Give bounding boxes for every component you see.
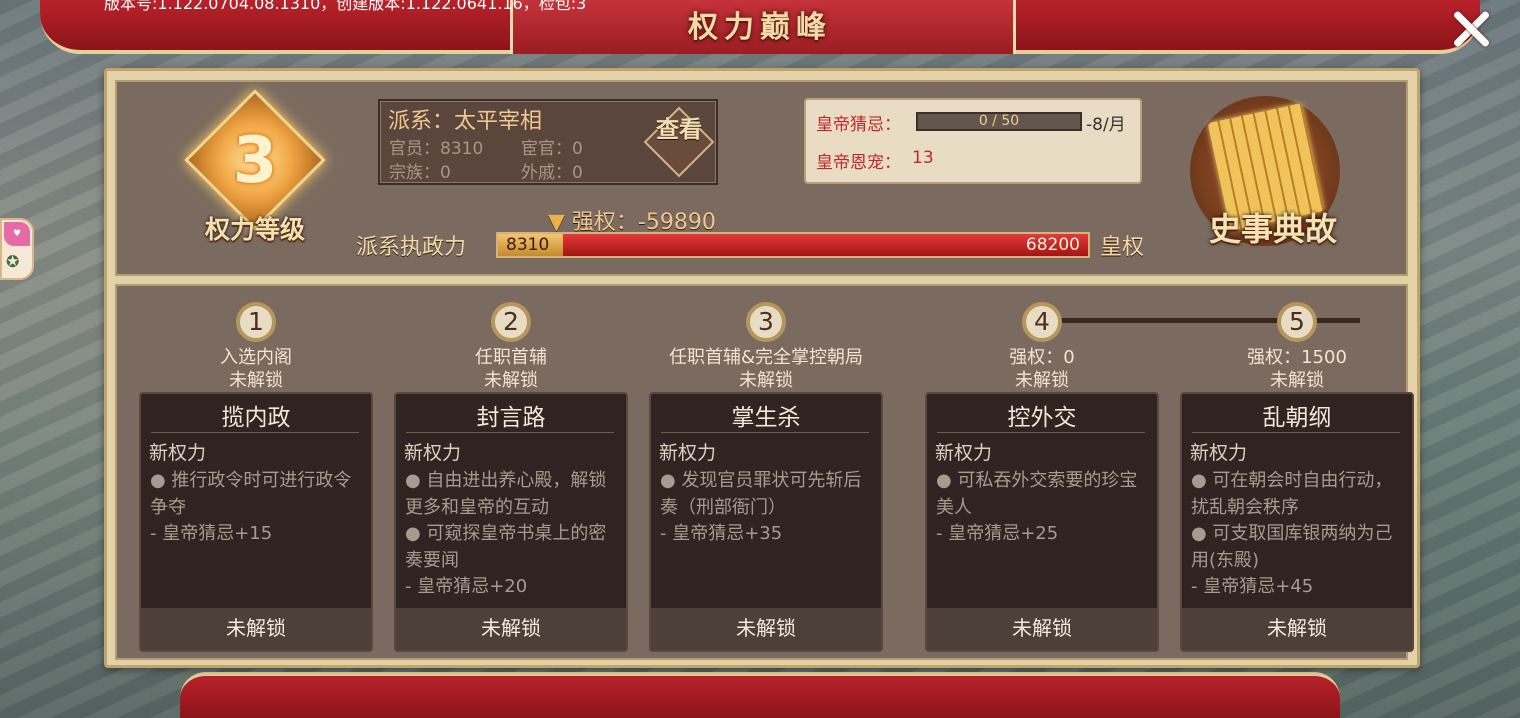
power-desc-line: - 皇帝猜忌+25: [936, 523, 1059, 544]
power-card-title: 乱朝纲: [1262, 405, 1332, 431]
new-power-label: 新权力: [149, 442, 207, 464]
milestone-status: 未解锁: [739, 370, 793, 391]
milestone-status: 未解锁: [229, 370, 283, 391]
view-button-label: 查看: [656, 116, 702, 143]
power-card: 乱朝纲 新权力 ● 可在朝会时自由行动，扰乱朝会秩序 ● 可支取国库银两纳为己用(东殿…: [1180, 392, 1414, 652]
history-label: 史事典故: [1208, 210, 1337, 248]
suspicion-bar: 0 / 50: [916, 112, 1082, 131]
power-description: ● 可在朝会时自由行动，扰乱朝会秩序 ● 可支取国库银两纳为己用(东殿) - 皇帝猜…: [1191, 468, 1407, 601]
power-desc-line: ● 可私吞外交索要的珍宝美人: [936, 470, 1138, 518]
milestone-status: 未解锁: [484, 370, 538, 391]
favor-label: 皇帝恩宠：: [816, 153, 901, 173]
milestone-status: 未解锁: [1015, 370, 1069, 391]
new-power-label: 新权力: [659, 442, 717, 464]
level-number: 3: [232, 124, 278, 198]
unlock-button[interactable]: 未解锁: [1182, 608, 1412, 650]
favor-value: 13: [912, 148, 934, 168]
unlock-button[interactable]: 未解锁: [141, 608, 371, 650]
power-card: 揽内政 新权力 ● 推行政令时可进行政令争夺 - 皇帝猜忌+15 未解锁: [139, 392, 373, 652]
milestone-number-2: 2: [491, 302, 531, 342]
power-card-title: 掌生杀: [731, 405, 801, 431]
power-balance-bar: 8310 68200: [496, 232, 1090, 258]
milestone-number-1: 1: [236, 302, 276, 342]
officials-count: 官员：8310: [389, 139, 484, 159]
relatives-count: 外戚：0: [521, 163, 583, 183]
close-button[interactable]: [1446, 6, 1496, 52]
divider: [151, 432, 359, 433]
view-faction-button[interactable]: 查看: [643, 106, 715, 178]
clan-count: 宗族：0: [389, 163, 451, 183]
side-float-tab[interactable]: ♥ ✪: [0, 218, 34, 280]
unlock-button[interactable]: 未解锁: [927, 608, 1157, 650]
version-text: 版本号:1.122.0704.08.1310，创建版本:1.122.0641.1…: [104, 0, 587, 13]
divider: [406, 432, 614, 433]
history-anecdotes-button[interactable]: 史事典故: [1180, 96, 1366, 256]
power-level-emblem: 3 权力等级: [184, 89, 326, 246]
suspicion-rate: -8/月: [1086, 115, 1126, 135]
divider: [1192, 432, 1400, 433]
gamepad-icon: ✪: [6, 252, 20, 271]
power-card-title: 封言路: [476, 405, 546, 431]
power-description: ● 推行政令时可进行政令争夺 - 皇帝猜忌+15: [150, 468, 366, 548]
power-desc-line: - 皇帝猜忌+35: [660, 523, 783, 544]
milestone-number-4: 4: [1022, 302, 1062, 342]
divider: [661, 432, 869, 433]
power-desc-line: - 皇帝猜忌+20: [405, 576, 528, 597]
power-desc-line: - 皇帝猜忌+15: [150, 523, 273, 544]
new-power-label: 新权力: [935, 442, 993, 464]
power-desc-line: ● 发现官员罪状可先斩后奏（刑部衙门）: [660, 470, 862, 518]
power-desc-line: ● 可支取国库银两纳为己用(东殿): [1191, 523, 1393, 571]
faction-name: 派系：太平宰相: [388, 109, 543, 134]
power-description: ● 自由进出养心殿，解锁更多和皇帝的互动 ● 可窥探皇帝书桌上的密奏要闻 - 皇帝猜…: [405, 468, 621, 601]
power-description: ● 可私吞外交索要的珍宝美人 - 皇帝猜忌+25: [936, 468, 1152, 548]
level-label: 权力等级: [204, 215, 305, 244]
suspicion-label: 皇帝猜忌：: [816, 115, 901, 135]
side-tab-badge-icon: ♥: [4, 222, 30, 246]
divider: [937, 432, 1145, 433]
bottom-banner: [180, 672, 1340, 718]
power-desc-line: - 皇帝猜忌+45: [1191, 576, 1314, 597]
power-desc-line: ● 可在朝会时自由行动，扰乱朝会秩序: [1191, 470, 1393, 518]
power-card: 封言路 新权力 ● 自由进出养心殿，解锁更多和皇帝的互动 ● 可窥探皇帝书桌上的密奏要…: [394, 392, 628, 652]
milestone-number-3: 3: [746, 302, 786, 342]
eunuchs-count: 宦官：0: [521, 139, 583, 159]
power-card: 控外交 新权力 ● 可私吞外交索要的珍宝美人 - 皇帝猜忌+25 未解锁: [925, 392, 1159, 652]
power-desc-line: ● 自由进出养心殿，解锁更多和皇帝的互动: [405, 470, 607, 518]
faction-power-value: 8310: [506, 235, 550, 255]
power-desc-line: ● 可窥探皇帝书桌上的密奏要闻: [405, 523, 607, 571]
new-power-label: 新权力: [404, 442, 462, 464]
power-desc-line: ● 推行政令时可进行政令争夺: [150, 470, 352, 518]
milestone-status: 未解锁: [1270, 370, 1324, 391]
imperial-power-value: 68200: [1025, 235, 1080, 255]
unlock-button[interactable]: 未解锁: [396, 608, 626, 650]
imperial-power-label: 皇权: [1100, 235, 1145, 260]
power-card-title: 控外交: [1007, 405, 1077, 431]
faction-power-label: 派系执政力: [356, 235, 467, 260]
suspicion-value: 0 / 50: [978, 113, 1020, 129]
power-description: ● 发现官员罪状可先斩后奏（刑部衙门） - 皇帝猜忌+35: [660, 468, 876, 548]
power-card-title: 揽内政: [221, 405, 291, 431]
emperor-status-box: 皇帝猜忌： 0 / 50 -8/月 皇帝恩宠： 13: [804, 98, 1142, 184]
milestone-number-5: 5: [1277, 302, 1317, 342]
unlock-button[interactable]: 未解锁: [651, 608, 881, 650]
new-power-label: 新权力: [1190, 442, 1248, 464]
power-card: 掌生杀 新权力 ● 发现官员罪状可先斩后奏（刑部衙门） - 皇帝猜忌+35 未解锁: [649, 392, 883, 652]
